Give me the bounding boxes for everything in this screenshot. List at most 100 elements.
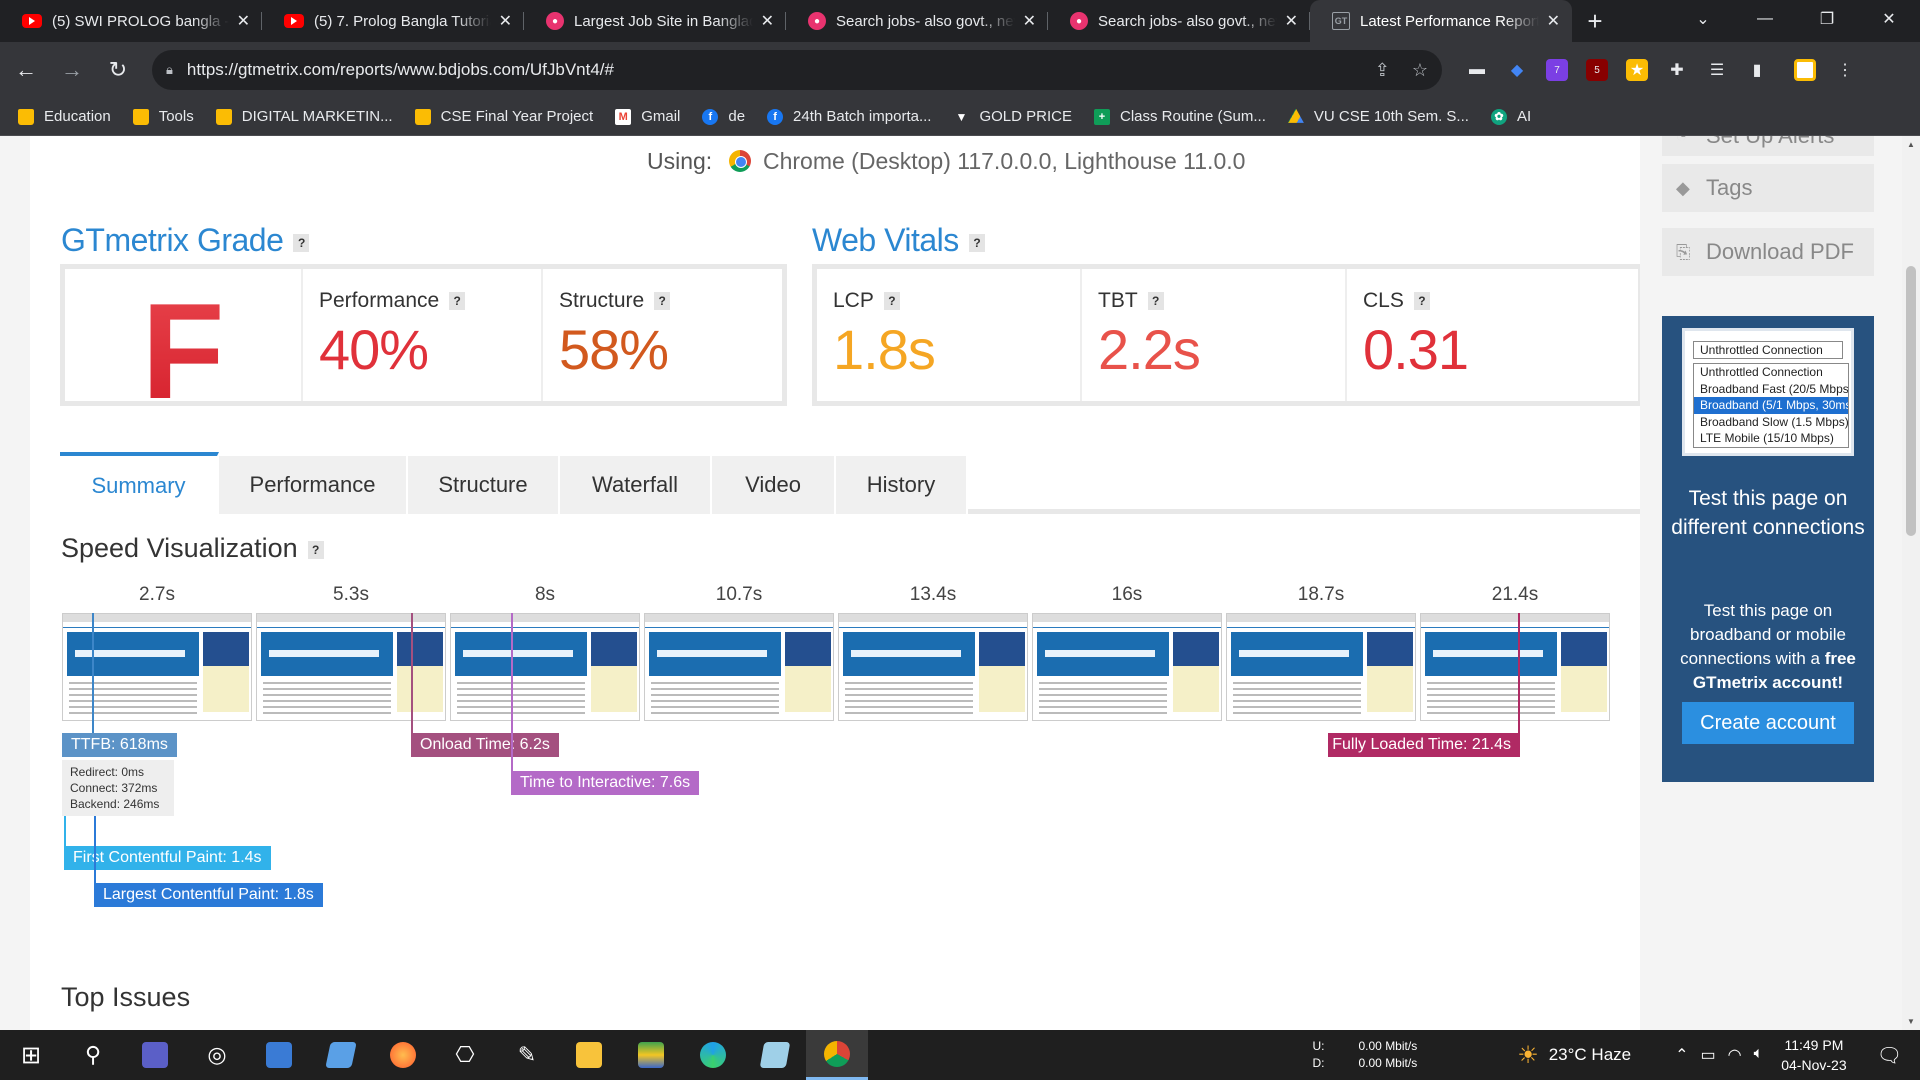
tab-performance[interactable]: Performance	[219, 456, 408, 514]
extensions-puzzle-icon[interactable]: ✚	[1666, 59, 1688, 81]
winrar-icon[interactable]	[620, 1030, 682, 1080]
tab-structure[interactable]: Structure	[408, 456, 560, 514]
bookmark-gold-price[interactable]: ▼ GOLD PRICE	[953, 108, 1072, 125]
bookmark-digital-marketing[interactable]: DIGITAL MARKETIN...	[215, 108, 393, 125]
address-bar[interactable]: 🔒︎ https://gtmetrix.com/reports/www.bdjo…	[152, 50, 1442, 90]
close-window-icon[interactable]: ✕	[1858, 0, 1920, 38]
chrome-menu-icon[interactable]: ⋮	[1834, 59, 1856, 81]
disk-app-icon[interactable]	[310, 1030, 372, 1080]
close-tab-icon[interactable]: ✕	[761, 11, 774, 31]
bookmark-cse-project[interactable]: CSE Final Year Project	[414, 108, 593, 125]
set-up-alerts-button[interactable]: ◔ Set Up Alerts	[1662, 136, 1874, 156]
browser-tab[interactable]: ● Search jobs- also govt., new ✕	[786, 0, 1048, 42]
wifi-icon[interactable]: ◠	[1728, 1045, 1742, 1065]
help-icon[interactable]: ?	[654, 292, 671, 311]
filmstrip-frame[interactable]	[1420, 613, 1610, 721]
tab-waterfall[interactable]: Waterfall	[560, 456, 712, 514]
filmstrip-frame[interactable]	[838, 613, 1028, 721]
close-tab-icon[interactable]: ✕	[1023, 11, 1036, 31]
ublock-extension-icon[interactable]: 5	[1586, 59, 1608, 81]
aperture-app-icon[interactable]: ◎	[186, 1030, 248, 1080]
help-icon[interactable]: ?	[449, 292, 466, 311]
filmstrip-frame[interactable]	[62, 613, 252, 721]
browser-tab[interactable]: (5) SWI PROLOG bangla - YouTube ✕	[0, 0, 262, 42]
notes-app-icon[interactable]	[744, 1030, 806, 1080]
browser-tab[interactable]: ● Search jobs- also govt., new ✕	[1048, 0, 1310, 42]
help-icon[interactable]: ?	[968, 233, 985, 252]
battery-icon[interactable]: ▭	[1701, 1045, 1716, 1065]
tab-summary[interactable]: Summary	[60, 452, 219, 515]
scroll-down-icon[interactable]: ▼	[1907, 1017, 1915, 1026]
side-panel-icon[interactable]: ▮	[1746, 59, 1768, 81]
filmstrip-frame[interactable]	[644, 613, 834, 721]
clock[interactable]: 11:49 PM 04-Nov-23	[1781, 1035, 1846, 1075]
filmstrip-frame[interactable]	[1226, 613, 1416, 721]
help-icon[interactable]: ?	[883, 292, 900, 311]
close-tab-icon[interactable]: ✕	[237, 11, 250, 31]
url-text[interactable]: https://gtmetrix.com/reports/www.bdjobs.…	[187, 60, 1353, 80]
bookmark-gmail[interactable]: M Gmail	[615, 108, 680, 125]
bookmark-ai[interactable]: ✿ AI	[1490, 108, 1531, 125]
close-tab-icon[interactable]: ✕	[1547, 11, 1560, 31]
new-tab-button[interactable]: +	[1572, 0, 1618, 42]
tab-search-icon[interactable]: ⌄	[1672, 0, 1734, 38]
browser-tab-active[interactable]: GT Latest Performance Report ✕	[1310, 0, 1572, 42]
weather-widget[interactable]: ☀ 23°C Haze	[1517, 1041, 1631, 1070]
teams-icon[interactable]	[124, 1030, 186, 1080]
help-icon[interactable]: ?	[307, 540, 324, 559]
windows-start-icon[interactable]: ⊞	[0, 1030, 62, 1080]
help-icon[interactable]: ?	[293, 233, 310, 252]
yellow-extension-icon[interactable]: ★	[1626, 59, 1648, 81]
tab-history[interactable]: History	[836, 456, 968, 514]
purple-extension-icon[interactable]: 7	[1546, 59, 1568, 81]
tab-title: Search jobs- also govt., new	[836, 12, 1015, 30]
filmstrip-frame[interactable]	[450, 613, 640, 721]
tab-video[interactable]: Video	[712, 456, 836, 514]
scroll-up-icon[interactable]: ▲	[1907, 140, 1915, 149]
bookmark-star-icon[interactable]: ☆	[1412, 60, 1428, 81]
paint-app-icon[interactable]: ✎	[496, 1030, 558, 1080]
search-icon[interactable]: ⚲	[62, 1030, 124, 1080]
scrollbar-thumb[interactable]	[1906, 266, 1916, 536]
browser-tab[interactable]: ● Largest Job Site in Bangladesh ✕	[524, 0, 786, 42]
bookmark-class-routine[interactable]: + Class Routine (Sum...	[1093, 108, 1266, 125]
filmstrip-frame[interactable]	[256, 613, 446, 721]
minimize-icon[interactable]: —	[1734, 0, 1796, 38]
reload-icon[interactable]: ↻	[98, 50, 138, 90]
browser-tab[interactable]: (5) 7. Prolog Bangla Tutorial ✕	[262, 0, 524, 42]
page-scrollbar[interactable]: ▲ ▼	[1902, 136, 1920, 1030]
help-icon[interactable]: ?	[1147, 292, 1164, 311]
tags-button[interactable]: ◆ Tags	[1662, 164, 1874, 212]
download-pdf-button[interactable]: ⎘ Download PDF	[1662, 228, 1874, 276]
reading-list-icon[interactable]: ☰	[1706, 59, 1728, 81]
filmstrip-frame[interactable]	[1032, 613, 1222, 721]
share-icon[interactable]: ⇪	[1375, 60, 1390, 81]
notifications-icon[interactable]: 🗨︎	[1877, 1043, 1902, 1068]
edge-icon[interactable]	[682, 1030, 744, 1080]
profile-avatar[interactable]	[1794, 59, 1816, 81]
web-vitals-title: Web Vitals?	[812, 222, 985, 259]
bookmark-tools[interactable]: Tools	[132, 108, 194, 125]
close-tab-icon[interactable]: ✕	[1285, 11, 1298, 31]
bookmark-de[interactable]: f de	[702, 108, 745, 125]
back-icon[interactable]: ←	[6, 50, 46, 90]
shield-extension-icon[interactable]: ◆	[1506, 59, 1528, 81]
computer-app-icon[interactable]	[248, 1030, 310, 1080]
file-explorer-icon[interactable]	[558, 1030, 620, 1080]
help-icon[interactable]: ?	[1413, 292, 1430, 311]
promo-heading: Test this page on different connections	[1671, 487, 1865, 539]
bookmark-vu-cse[interactable]: VU CSE 10th Sem. S...	[1287, 108, 1469, 125]
print-extension-icon[interactable]: ▬	[1466, 59, 1488, 81]
firefox-icon[interactable]	[372, 1030, 434, 1080]
chrome-taskbar-icon[interactable]	[806, 1030, 868, 1080]
restore-icon[interactable]: ❐	[1796, 0, 1858, 38]
chevron-up-icon[interactable]: ⌃	[1675, 1045, 1688, 1065]
close-tab-icon[interactable]: ✕	[499, 11, 512, 31]
lock-icon[interactable]: 🔒︎	[166, 62, 173, 78]
volume-icon[interactable]: 🔈︎	[1754, 1045, 1764, 1065]
bookmark-education[interactable]: Education	[18, 108, 111, 125]
create-account-button[interactable]: Create account	[1682, 702, 1854, 744]
network-app-icon[interactable]: ⎔	[434, 1030, 496, 1080]
bookmark-24th-batch[interactable]: f 24th Batch importa...	[767, 108, 931, 125]
forward-icon[interactable]: →	[52, 50, 92, 90]
